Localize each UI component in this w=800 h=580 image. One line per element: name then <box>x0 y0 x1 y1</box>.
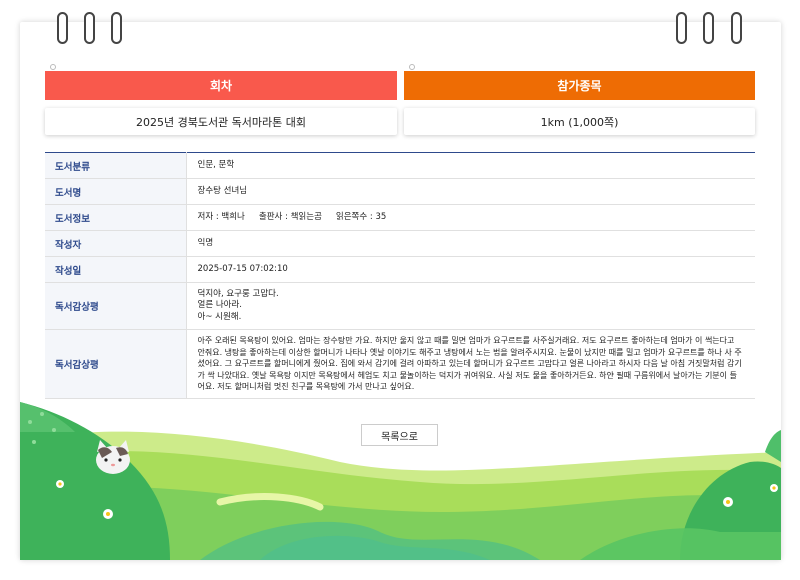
date-value: 2025-07-15 07:02:10 <box>186 256 755 283</box>
row-label: 도서분류 <box>45 152 187 179</box>
table-row: 도서정보 저자 : 백희나 출판사 : 책읽는곰 읽은쪽수 : 35 <box>45 204 755 231</box>
long-review-value: 아주 오래된 목욕탕이 있어요. 엄마는 장수탕만 가요. 하지만 울지 않고 … <box>186 329 755 399</box>
episode-value: 2025년 경북도서관 독서마라톤 대회 <box>45 108 397 135</box>
category-header: 참가종목 <box>404 71 755 100</box>
table-row: 도서명 장수탕 선녀님 <box>45 178 755 205</box>
episode-header: 회차 <box>45 71 397 100</box>
binder-ring-icon <box>676 12 687 44</box>
pages-text: 읽은쪽수 : 35 <box>335 211 387 222</box>
row-label: 작성자 <box>45 230 187 257</box>
publisher-text: 출판사 : 책읽는곰 <box>258 211 322 222</box>
flower-icon <box>723 497 733 507</box>
flower-icon <box>56 480 64 488</box>
review-line: 아~ 시원해. <box>197 311 242 322</box>
table-row: 도서분류 인문, 문학 <box>45 152 755 179</box>
book-category-value: 인문, 문학 <box>186 152 755 179</box>
author-text: 저자 : 백희나 <box>197 211 245 222</box>
review-line: 얼른 나아라. <box>197 300 243 311</box>
writer-value: 익명 <box>186 230 755 257</box>
row-label: 작성일 <box>45 256 187 283</box>
table-row: 작성자 익명 <box>45 230 755 257</box>
row-label: 도서명 <box>45 178 187 205</box>
flower-icon <box>770 484 778 492</box>
row-label: 독서감상평 <box>45 329 187 399</box>
pin-icon <box>50 64 56 70</box>
table-row: 독서감상평 아주 오래된 목욕탕이 있어요. 엄마는 장수탕만 가요. 하지만 … <box>45 329 755 399</box>
review-detail-table: 도서분류 인문, 문학 도서명 장수탕 선녀님 도서정보 저자 : 백희나 출판사… <box>45 152 755 399</box>
pin-icon <box>409 64 415 70</box>
review-line: 덕지야, 요구룽 고맙다. <box>197 288 279 299</box>
back-to-list-button[interactable]: 목록으로 <box>361 424 438 446</box>
category-value: 1km (1,000쪽) <box>404 108 755 135</box>
flower-icon <box>103 509 113 519</box>
table-row: 작성일 2025-07-15 07:02:10 <box>45 256 755 283</box>
binder-ring-icon <box>84 12 95 44</box>
binder-ring-icon <box>703 12 714 44</box>
book-info-value: 저자 : 백희나 출판사 : 책읽는곰 읽은쪽수 : 35 <box>186 204 755 231</box>
binder-ring-icon <box>731 12 742 44</box>
binder-ring-icon <box>111 12 122 44</box>
row-label: 독서감상평 <box>45 282 187 330</box>
binder-ring-icon <box>57 12 68 44</box>
short-review-value: 덕지야, 요구룽 고맙다. 얼른 나아라. 아~ 시원해. <box>186 282 755 330</box>
book-title-value: 장수탕 선녀님 <box>186 178 755 205</box>
row-label: 도서정보 <box>45 204 187 231</box>
table-row: 독서감상평 덕지야, 요구룽 고맙다. 얼른 나아라. 아~ 시원해. <box>45 282 755 330</box>
